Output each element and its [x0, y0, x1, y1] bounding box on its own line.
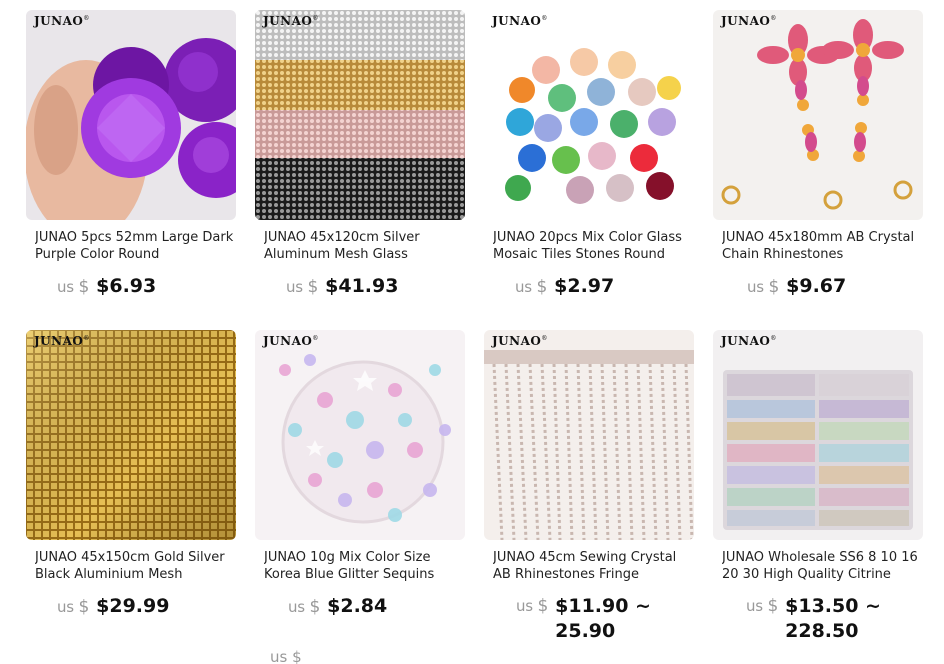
glitter-sequins-image	[255, 330, 465, 540]
brand-logo: JUNAO®	[263, 334, 319, 348]
product-title[interactable]: JUNAO 10g Mix Color Size Korea Blue Glit…	[264, 549, 464, 585]
price-amount: $6.93	[96, 275, 157, 297]
product-price: us $ $2.84	[288, 594, 387, 619]
brand-logo: JUNAO®	[492, 14, 548, 28]
product-image[interactable]: JUNAO®	[26, 10, 236, 220]
currency-label: us $	[57, 277, 90, 297]
currency-label: us $	[288, 597, 321, 617]
product-image[interactable]: JUNAO®	[713, 330, 923, 540]
product-image[interactable]: JUNAO®	[255, 330, 465, 540]
currency-label: us $	[286, 277, 319, 297]
product-title[interactable]: JUNAO 45x120cm Silver Aluminum Mesh Glas…	[264, 229, 464, 265]
price-range-start: $11.90 ~	[555, 595, 651, 617]
product-price: us $ $41.93	[286, 274, 398, 299]
price-range-start: $13.50 ~	[785, 595, 881, 617]
product-title[interactable]: JUNAO 5pcs 52mm Large Dark Purple Color …	[35, 229, 235, 265]
product-price: us $ $6.93	[57, 274, 156, 299]
product-title[interactable]: JUNAO Wholesale SS6 8 10 16 20 30 High Q…	[722, 549, 922, 585]
currency-label: us $	[57, 597, 90, 617]
product-image[interactable]: JUNAO®	[26, 330, 236, 540]
price-amount: $29.99	[96, 595, 170, 617]
crystal-applique-image	[713, 10, 923, 220]
gold-mesh-image	[26, 330, 236, 540]
mesh-rolls-image	[255, 10, 465, 220]
product-image[interactable]: JUNAO®	[713, 10, 923, 220]
next-row-currency-label: us $	[270, 648, 302, 664]
product-title[interactable]: JUNAO 45x150cm Gold Silver Black Alumini…	[35, 549, 235, 585]
glass-tiles-image	[484, 10, 694, 220]
price-amount: $41.93	[325, 275, 399, 297]
product-image[interactable]: JUNAO®	[484, 330, 694, 540]
product-grid: JUNAO® JUNAO 5pcs 52mm Large Dark Purple…	[0, 0, 944, 664]
price-range-end: 228.50	[785, 620, 859, 642]
purple-rhinestones-image	[26, 10, 236, 220]
price-amount: $13.50 ~ 228.50	[785, 594, 881, 644]
brand-logo: JUNAO®	[492, 334, 548, 348]
product-price: us $ $11.90 ~ 25.90	[516, 594, 651, 644]
brand-logo: JUNAO®	[263, 14, 319, 28]
product-price: us $ $9.67	[747, 274, 846, 299]
brand-logo: JUNAO®	[34, 14, 90, 28]
product-title[interactable]: JUNAO 45x180mm AB Crystal Chain Rhinesto…	[722, 229, 922, 265]
product-image[interactable]: JUNAO®	[255, 10, 465, 220]
brand-logo: JUNAO®	[721, 334, 777, 348]
price-amount: $11.90 ~ 25.90	[555, 594, 651, 644]
currency-label: us $	[515, 277, 548, 297]
price-amount: $9.67	[786, 275, 847, 297]
price-amount: $2.84	[327, 595, 388, 617]
brand-logo: JUNAO®	[721, 14, 777, 28]
product-price: us $ $13.50 ~ 228.50	[746, 594, 881, 644]
currency-label: us $	[516, 596, 549, 616]
price-amount: $2.97	[554, 275, 615, 297]
product-price: us $ $2.97	[515, 274, 614, 299]
bagged-rhinestones-image	[713, 330, 923, 540]
price-range-end: 25.90	[555, 620, 616, 642]
rhinestone-fringe-image	[484, 330, 694, 540]
product-price: us $ $29.99	[57, 594, 169, 619]
product-title[interactable]: JUNAO 20pcs Mix Color Glass Mosaic Tiles…	[493, 229, 693, 265]
currency-label: us $	[746, 596, 779, 616]
product-title[interactable]: JUNAO 45cm Sewing Crystal AB Rhinestones…	[493, 549, 693, 585]
brand-logo: JUNAO®	[34, 334, 90, 348]
product-image[interactable]: JUNAO®	[484, 10, 694, 220]
currency-label: us $	[747, 277, 780, 297]
